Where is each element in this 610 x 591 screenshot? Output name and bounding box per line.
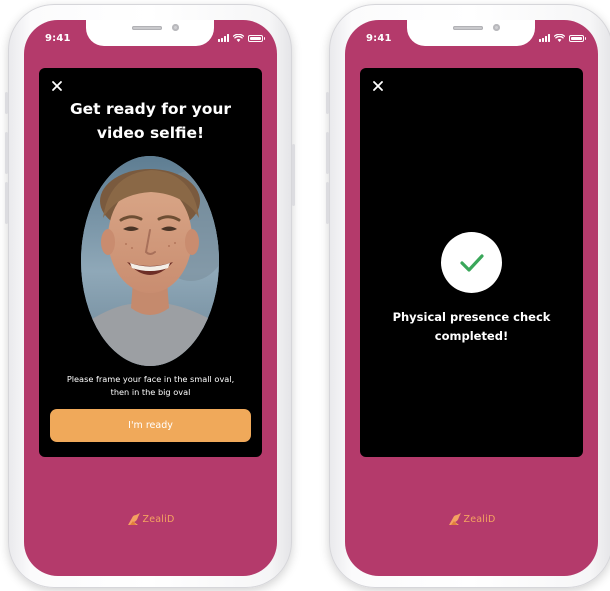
signal-icon: [218, 34, 229, 42]
power-button: [292, 144, 295, 206]
selfie-face-image: [81, 156, 219, 366]
instruction-text: Please frame your face in the small oval…: [66, 374, 235, 397]
close-button[interactable]: [370, 78, 386, 94]
check-complete-screen: 9:41 Physical presence check completed! …: [345, 20, 598, 576]
mute-switch: [326, 92, 329, 114]
wifi-icon: [233, 34, 244, 42]
completion-message: Physical presence check completed!: [392, 310, 551, 343]
battery-icon: [569, 34, 586, 42]
close-button[interactable]: [49, 78, 65, 94]
close-icon: [373, 81, 383, 91]
result-card: Physical presence check completed!: [360, 68, 583, 457]
status-icons: [218, 33, 265, 43]
phone-mockup-right: 9:41 Physical presence check completed! …: [326, 4, 610, 588]
speaker: [132, 26, 162, 30]
success-badge: [441, 232, 502, 293]
zealid-logo-icon: [448, 513, 461, 525]
checkmark-icon: [459, 253, 484, 272]
status-time: 9:41: [45, 33, 71, 44]
status-icons: [539, 33, 586, 43]
volume-up-button: [5, 132, 8, 174]
mute-switch: [5, 92, 8, 114]
selfie-photo: [81, 156, 219, 366]
brand-name: ZealiD: [463, 513, 496, 525]
phone-mockup-left: 9:41 Get ready for your video selfie! Pl…: [5, 4, 295, 588]
im-ready-button[interactable]: I'm ready: [50, 409, 251, 442]
brand-logo: ZealiD: [345, 512, 598, 526]
selfie-intro-screen: 9:41 Get ready for your video selfie! Pl…: [24, 20, 277, 576]
selfie-card: Get ready for your video selfie! Please …: [39, 68, 262, 457]
front-camera: [493, 24, 500, 31]
volume-up-button: [326, 132, 329, 174]
speaker: [453, 26, 483, 30]
brand-name: ZealiD: [142, 513, 175, 525]
close-icon: [52, 81, 62, 91]
notch: [86, 20, 214, 46]
volume-down-button: [326, 182, 329, 224]
zealid-logo-icon: [127, 513, 140, 525]
signal-icon: [539, 34, 550, 42]
notch: [407, 20, 535, 46]
page-title: Get ready for your video selfie!: [69, 100, 232, 142]
battery-icon: [248, 34, 265, 42]
wifi-icon: [554, 34, 565, 42]
brand-logo: ZealiD: [24, 512, 277, 526]
status-time: 9:41: [366, 33, 392, 44]
app-stage: 9:41 Get ready for your video selfie! Pl…: [0, 0, 610, 591]
volume-down-button: [5, 182, 8, 224]
front-camera: [172, 24, 179, 31]
